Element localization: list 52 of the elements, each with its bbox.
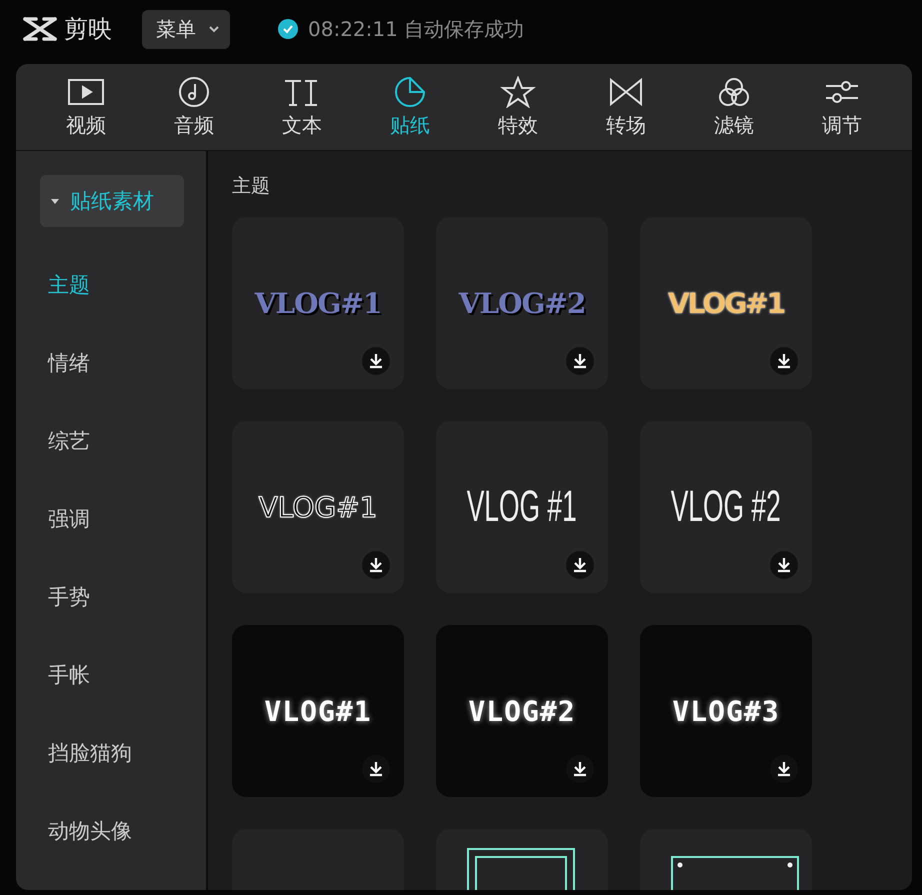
sticker-text: VLOG#1 [264, 694, 372, 728]
category-header[interactable]: 贴纸素材 [40, 175, 184, 227]
tab[interactable]: 滤镜 [680, 64, 788, 150]
download-icon[interactable] [566, 755, 594, 783]
tab[interactable]: 视频 [32, 64, 140, 150]
sidebar-item[interactable]: 主题 [40, 261, 90, 309]
sticker-text: VLOG#2 [468, 694, 576, 728]
download-icon[interactable] [770, 755, 798, 783]
sidebar-item[interactable]: 综艺 [40, 417, 90, 465]
tab[interactable]: 文本 [248, 64, 356, 150]
triangle-icon [50, 196, 60, 206]
download-icon[interactable] [362, 551, 390, 579]
app-logo-icon [22, 15, 58, 43]
menu-dropdown[interactable]: 菜单 [142, 10, 230, 48]
caret-icon [208, 25, 220, 33]
sticker-text: VLOG#1 [258, 490, 378, 524]
sticker-tile[interactable]: VLOG#2 [436, 625, 608, 797]
sticker-tile[interactable]: VLOG #2 [640, 421, 812, 593]
sticker-tile[interactable]: VLOG#1 [232, 217, 404, 389]
sidebar-item[interactable]: 手帐 [40, 651, 90, 699]
star-icon [498, 76, 538, 108]
download-icon[interactable] [362, 347, 390, 375]
sticker-tile[interactable]: VLOG#1 [640, 217, 812, 389]
sticker-text: VLOG#2 [458, 286, 586, 320]
tab[interactable]: 转场 [572, 64, 680, 150]
sticker-tile[interactable]: VLOG#1 [232, 625, 404, 797]
sticker-text: VLOG#1 [668, 286, 784, 320]
app-name: 剪映 [64, 14, 112, 45]
sidebar-item[interactable]: 情绪 [40, 339, 90, 387]
sidebar-item[interactable]: 动物头像 [40, 807, 132, 855]
tab[interactable]: 特效 [464, 64, 572, 150]
sticker-text: VLOG#3 [672, 694, 780, 728]
save-status: 08:22:11 自动保存成功 [308, 16, 524, 42]
sticker-text: VLOG #1 [466, 482, 578, 532]
download-icon[interactable] [770, 347, 798, 375]
download-icon[interactable] [566, 551, 594, 579]
sidebar-item[interactable]: 手势 [40, 573, 90, 621]
download-icon[interactable] [566, 347, 594, 375]
sidebar-item[interactable]: 挡脸猫狗 [40, 729, 132, 777]
sticker-text: VLOG #2 [670, 482, 782, 532]
sticker-tile[interactable]: VLOG#3 [640, 625, 812, 797]
tab[interactable]: 调节 [788, 64, 896, 150]
sidebar-item[interactable]: 强调 [40, 495, 90, 543]
sticker-tile[interactable]: VLOG #1 [436, 421, 608, 593]
check-icon [278, 19, 298, 39]
tab[interactable]: 音频 [140, 64, 248, 150]
sticker-tile[interactable]: VLOG#2 [436, 217, 608, 389]
section-title: 主题 [232, 174, 271, 199]
download-icon[interactable] [770, 551, 798, 579]
tab[interactable]: 贴纸 [356, 64, 464, 150]
sticker-text: VLOG#1 [254, 286, 382, 320]
download-icon[interactable] [362, 755, 390, 783]
